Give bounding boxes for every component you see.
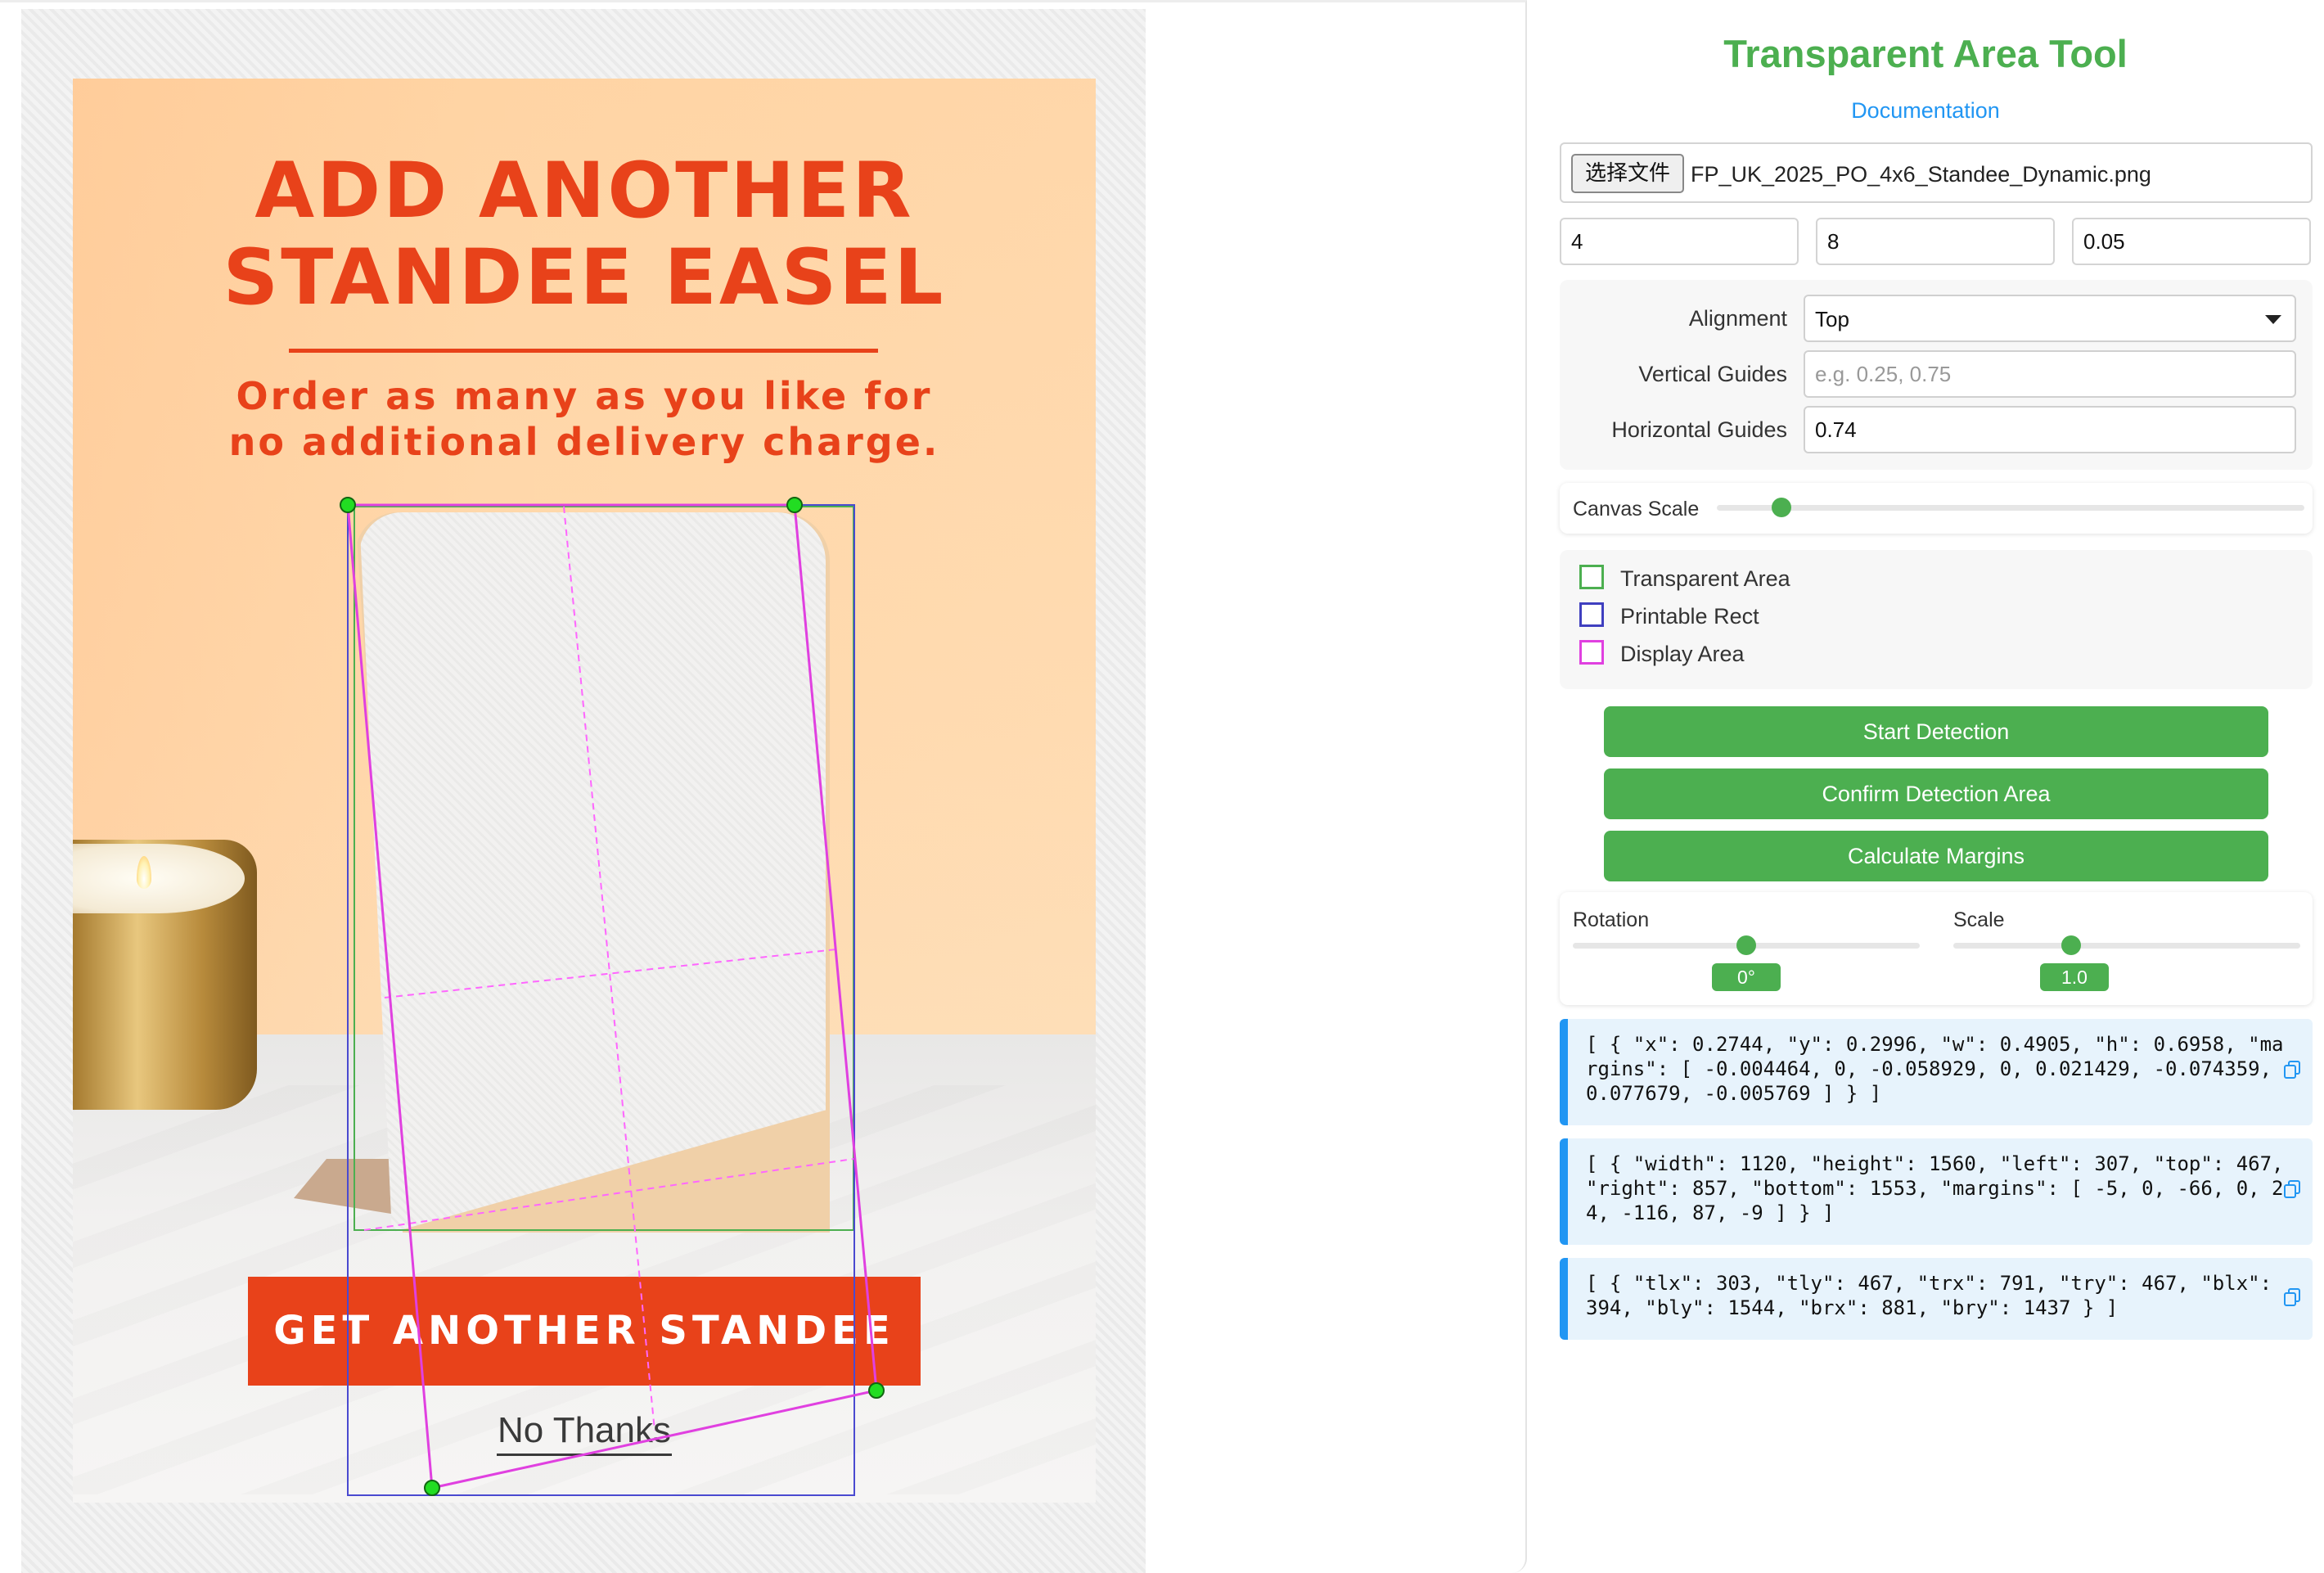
alignment-select[interactable]: Top [1804, 295, 2296, 342]
canvas-scale-label: Canvas Scale [1573, 498, 1700, 521]
file-input[interactable]: 选择文件 FP_UK_2025_PO_4x6_Standee_Dynamic.p… [1560, 142, 2313, 203]
poster-image[interactable]: ADD ANOTHER STANDEE EASEL Order as many … [73, 79, 1096, 1503]
candle-wax [73, 844, 245, 913]
transparent-area-checkbox[interactable] [1579, 565, 1604, 589]
no-thanks-underline [497, 1454, 672, 1456]
param-input-2[interactable] [1816, 218, 2055, 265]
choose-file-button[interactable]: 选择文件 [1571, 154, 1684, 193]
vertical-guides-input[interactable] [1804, 350, 2296, 398]
printable-rect-checkbox[interactable] [1579, 602, 1604, 627]
legend-card: Transparent Area Printable Rect Display … [1560, 550, 2313, 689]
poster-headline-line1: ADD ANOTHER [254, 146, 914, 236]
canvas-scale-thumb[interactable] [1771, 498, 1791, 517]
chevron-down-icon [2265, 315, 2281, 324]
standee-transparent-face [359, 512, 826, 1233]
canvas-scale-slider[interactable] [1717, 505, 2304, 511]
selected-file-name: FP_UK_2025_PO_4x6_Standee_Dynamic.png [1691, 162, 2151, 187]
transparent-area-label: Transparent Area [1620, 566, 1790, 591]
no-thanks-link[interactable]: No Thanks [497, 1410, 672, 1451]
display-area-label: Display Area [1620, 642, 1745, 666]
transform-card: Rotation 0° Scale 1.0 [1560, 892, 2313, 1005]
get-another-standee-button[interactable]: GET ANOTHER STANDEE [248, 1277, 921, 1386]
calculate-margins-button[interactable]: Calculate Margins [1604, 831, 2268, 881]
rotation-value: 0° [1712, 963, 1781, 991]
poster-subline-line2: no additional delivery charge. [228, 420, 940, 464]
headline-divider [289, 349, 878, 353]
alignment-label: Alignment [1688, 306, 1787, 331]
json-output-corners: [ { "tlx": 303, "tly": 467, "trx": 791, … [1560, 1258, 2313, 1340]
json-output-text: [ { "tlx": 303, "tly": 467, "trx": 791, … [1586, 1272, 2284, 1319]
control-panel: Transparent Area Tool Documentation 选择文件… [1527, 0, 2324, 1573]
scale-value: 1.0 [2040, 963, 2109, 991]
horizontal-guides-input[interactable] [1804, 406, 2296, 453]
alignment-value: Top [1815, 307, 1849, 331]
scale-label: Scale [1953, 908, 2005, 931]
scale-slider[interactable] [1953, 943, 2300, 949]
page-title: Transparent Area Tool [1723, 32, 2128, 75]
confirm-detection-area-button[interactable]: Confirm Detection Area [1604, 768, 2268, 819]
json-output-pixels: [ { "width": 1120, "height": 1560, "left… [1560, 1138, 2313, 1245]
guides-card: Alignment Top Vertical Guides Horizontal… [1560, 280, 2313, 470]
printable-rect-label: Printable Rect [1620, 604, 1759, 629]
canvas-scale-card: Canvas Scale [1560, 483, 2313, 534]
display-area-checkbox[interactable] [1579, 640, 1604, 665]
copy-icon[interactable] [2283, 1179, 2301, 1199]
rotation-thumb[interactable] [1736, 935, 1756, 955]
rotation-label: Rotation [1573, 908, 1650, 931]
app-root: ADD ANOTHER STANDEE EASEL Order as many … [0, 0, 2324, 1573]
poster-subline-line1: Order as many as you like for [236, 374, 933, 418]
copy-icon[interactable] [2283, 1060, 2301, 1079]
scale-thumb[interactable] [2061, 935, 2082, 955]
poster-headline-line2: STANDEE EASEL [223, 233, 946, 322]
canvas-panel: ADD ANOTHER STANDEE EASEL Order as many … [0, 0, 1527, 1573]
json-output-normalized: [ { "x": 0.2744, "y": 0.2996, "w": 0.490… [1560, 1019, 2313, 1125]
copy-icon[interactable] [2283, 1287, 2301, 1307]
horizontal-guides-label: Horizontal Guides [1611, 417, 1787, 442]
json-output-text: [ { "x": 0.2744, "y": 0.2996, "w": 0.490… [1586, 1033, 2284, 1105]
documentation-link[interactable]: Documentation [1527, 98, 2324, 124]
start-detection-button[interactable]: Start Detection [1604, 706, 2268, 757]
vertical-guides-label: Vertical Guides [1638, 362, 1787, 386]
param-input-3[interactable] [2072, 218, 2311, 265]
json-output-text: [ { "width": 1120, "height": 1560, "left… [1586, 1152, 2295, 1224]
param-input-1[interactable] [1560, 218, 1799, 265]
